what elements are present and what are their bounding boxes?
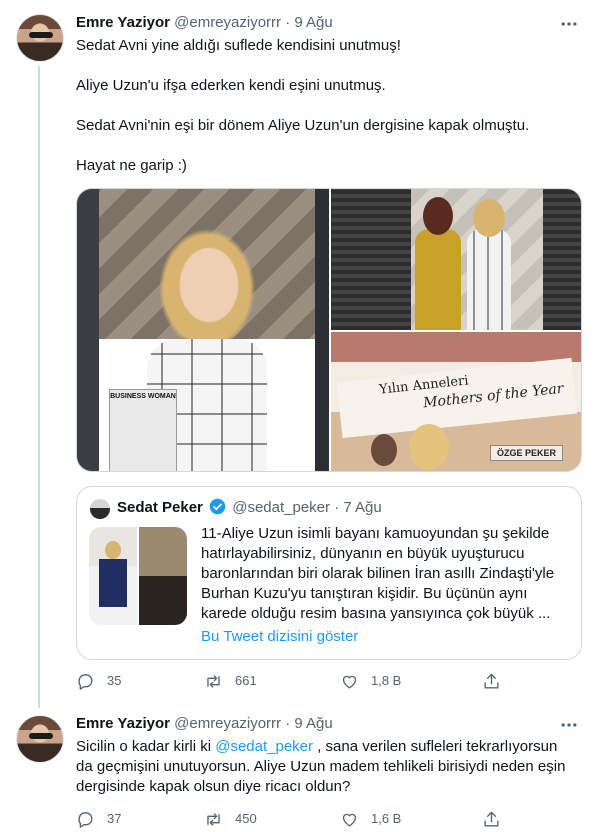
quoted-date: 7 Ağu [343,499,382,516]
more-icon[interactable] [558,14,580,34]
retweet-button[interactable]: 450 [204,809,257,829]
mention-link[interactable]: @sedat_peker [215,738,313,755]
photo-two-women[interactable] [331,189,581,330]
like-button[interactable]: 1,6 B [340,809,401,829]
magazine-cover-text: BUSINESS WOMAN [110,393,176,400]
photo-woman-with-magazine[interactable]: BUSINESS WOMAN [77,189,329,471]
show-thread-link[interactable]: Bu Tweet dizisini göster [201,627,358,647]
photo-detail [77,189,99,471]
tweet-date[interactable]: 9 Ağu [294,715,332,732]
user-handle[interactable]: @emreyaziyorrr [174,715,281,732]
tweet-text: Sedat Avni yine aldığı suflede kendisini… [76,36,576,176]
tweet-text-part: Sicilin o kadar kirli ki [76,738,216,755]
heart-icon [342,675,357,689]
thread-line [38,66,40,708]
tweet-actions: 35 661 1,8 B [76,671,516,691]
tweet-paragraph: Hayat ne garip :) [76,157,187,174]
verified-badge-icon [209,498,226,515]
retweet-count: 450 [235,811,257,826]
photo-detail [331,189,411,330]
like-button[interactable]: 1,8 B [340,671,401,691]
display-name[interactable]: Emre Yaziyor [76,14,170,31]
share-icon [484,673,499,689]
quoted-tweet[interactable]: Sedat Peker @sedat_peker · 7 Ağu 11-Aliy… [76,486,582,660]
quoted-display-name: Sedat Peker [117,499,203,516]
photo-detail [423,197,453,235]
quoted-handle: @sedat_peker [232,499,331,516]
tweet-text: Sicilin o kadar kirli ki @sedat_peker , … [76,737,576,797]
tweet-actions: 37 450 1,6 B [76,809,516,829]
like-count: 1,8 B [371,673,402,688]
display-name[interactable]: Emre Yaziyor [76,715,170,732]
tweet-2[interactable]: Emre Yaziyor @emreyaziyorrr · 9 Ağu Sici… [0,705,594,832]
avatar[interactable] [16,14,64,62]
tweet-header: Emre Yaziyor @emreyaziyorrr · 9 Ağu [76,714,333,734]
separator-dot: · [285,715,291,732]
reply-count: 35 [107,673,122,688]
heart-icon [342,813,357,827]
separator-dot: · [285,14,291,31]
photo-detail [467,229,511,330]
quoted-text: 11-Aliye Uzun isimli bayanı kamuoyundan … [201,525,555,622]
photo-detail [139,527,187,625]
photo-mothers-of-the-year[interactable]: Yılın Anneleri Mothers of the Year ÖZGE … [331,332,581,471]
reply-icon [78,673,93,690]
quoted-thumbnail [89,527,187,625]
photo-detail [371,434,397,466]
share-icon [484,811,499,827]
photo-detail [415,229,461,330]
media-grid: BUSINESS WOMAN Yılın Anneleri Mothers of… [76,188,582,472]
like-count: 1,6 B [371,811,402,826]
tweet-1[interactable]: Emre Yaziyor @emreyaziyorrr · 9 Ağu Seda… [0,0,594,708]
tweet-paragraph: Sedat Avni'nin eşi bir dönem Aliye Uzun'… [76,117,530,134]
magazine-cover: BUSINESS WOMAN [109,389,177,471]
reply-button[interactable]: 35 [76,671,121,691]
tweet-header: Emre Yaziyor @emreyaziyorrr · 9 Ağu [76,13,333,33]
photo-detail [543,189,581,330]
reply-count: 37 [107,811,122,826]
retweet-button[interactable]: 661 [204,671,257,691]
photo-detail [409,424,449,470]
user-handle[interactable]: @emreyaziyorrr [174,14,281,31]
photo-detail [315,189,329,471]
share-button[interactable] [482,809,513,829]
quoted-header: Sedat Peker @sedat_peker · 7 Ağu [117,498,382,518]
retweet-icon [207,674,220,688]
retweet-count: 661 [235,673,257,688]
tweet-paragraph: Aliye Uzun'u ifşa ederken kendi eşini un… [76,77,386,94]
retweet-icon [207,812,220,826]
reply-button[interactable]: 37 [76,809,121,829]
separator-dot: · [334,499,340,516]
reply-icon [78,811,93,828]
name-label: ÖZGE PEKER [489,445,563,461]
more-icon[interactable] [558,715,580,735]
share-button[interactable] [482,671,513,691]
photo-detail [473,199,505,237]
avatar[interactable] [16,715,64,763]
tweet-paragraph: Sedat Avni yine aldığı suflede kendisini… [76,37,401,54]
photo-detail [89,527,137,625]
quoted-avatar [90,499,110,519]
tweet-date[interactable]: 9 Ağu [294,14,332,31]
